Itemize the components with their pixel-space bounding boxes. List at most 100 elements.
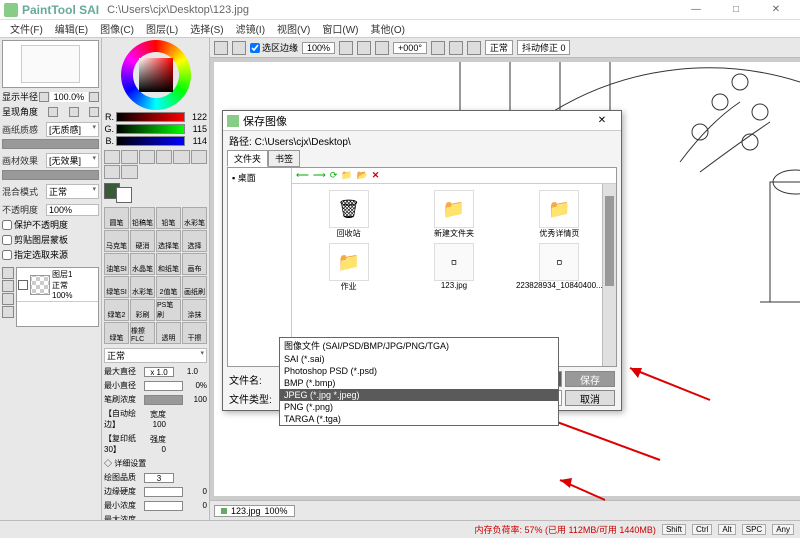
minimize-button[interactable]: —	[676, 0, 716, 20]
picker-tool[interactable]	[121, 165, 137, 179]
tab-folders[interactable]: 文件夹	[227, 150, 268, 167]
layer-item[interactable]: 图层1 正常 100%	[17, 268, 98, 302]
delete-icon[interactable]: ✕	[372, 170, 380, 181]
back-icon[interactable]: ⟵	[296, 170, 309, 181]
folder-icon[interactable]: 📁	[341, 170, 352, 181]
menu-edit[interactable]: 编辑(E)	[49, 21, 94, 36]
select-source-checkbox[interactable]: 指定选取来源	[2, 248, 99, 261]
filetype-option[interactable]: JPEG (*.jpg *.jpeg)	[280, 389, 558, 401]
canvas-zoom-field[interactable]: 100%	[302, 42, 335, 54]
min-size-slider[interactable]	[144, 381, 183, 391]
hand-tool[interactable]	[104, 165, 120, 179]
file-item[interactable]: 📁新建文件夹	[403, 190, 504, 239]
color-swatch[interactable]	[104, 183, 207, 203]
rotate-cw-icon[interactable]	[449, 41, 463, 55]
cancel-button[interactable]: 取消	[565, 390, 615, 406]
blend-select[interactable]: 正常▾	[46, 184, 99, 199]
brush-mode-select[interactable]: 正常▾	[104, 348, 207, 363]
stabilizer-field[interactable]: 抖动修正 0	[517, 40, 571, 55]
brush-2值笔[interactable]: 2值笔	[156, 276, 181, 298]
lasso-tool[interactable]	[121, 150, 137, 164]
brush-画纸刷[interactable]: 画纸刷	[182, 276, 207, 298]
quality-value[interactable]: 3	[144, 473, 174, 483]
close-button[interactable]: ✕	[756, 0, 796, 20]
brush-硬消[interactable]: 硬消	[130, 230, 155, 252]
filetype-option[interactable]: BMP (*.bmp)	[280, 377, 558, 389]
brush-水晶笔[interactable]: 水晶笔	[130, 253, 155, 275]
menu-filter[interactable]: 滤镜(I)	[230, 21, 271, 36]
tree-desktop[interactable]: ▪ 桌面	[230, 170, 289, 185]
brush-铅笔[interactable]: 铅笔	[156, 207, 181, 229]
zoom-value[interactable]: 100.0%	[50, 92, 89, 102]
document-tab[interactable]: 123.jpg 100%	[214, 505, 295, 517]
zoom-in-button[interactable]	[89, 92, 99, 102]
max-size-unit[interactable]: x 1.0	[144, 367, 174, 377]
file-item[interactable]: 📁作业	[298, 243, 399, 292]
merge-button[interactable]	[2, 306, 14, 318]
tb-btn[interactable]	[214, 41, 228, 55]
menu-select[interactable]: 选择(S)	[184, 21, 229, 36]
rotate-ccw-icon[interactable]	[431, 41, 445, 55]
maximize-button[interactable]: □	[716, 0, 756, 20]
hardness-slider[interactable]	[144, 487, 183, 497]
filetype-option[interactable]: SAI (*.sai)	[280, 353, 558, 365]
file-item[interactable]: ▫223828934_10840400...	[509, 243, 610, 292]
file-item[interactable]: ▫123.jpg	[403, 243, 504, 292]
new-folder-button[interactable]	[2, 280, 14, 292]
density-slider[interactable]	[144, 395, 183, 405]
canvas-angle-field[interactable]: +000°	[393, 42, 427, 54]
zoom-tool[interactable]	[173, 150, 189, 164]
brush-油笔SI[interactable]: 油笔SI	[104, 253, 129, 275]
brush-水彩笔[interactable]: 水彩笔	[130, 276, 155, 298]
file-scrollbar[interactable]	[602, 184, 616, 366]
g-slider[interactable]	[116, 124, 185, 134]
tab-bookmarks[interactable]: 书签	[268, 150, 300, 167]
menu-window[interactable]: 窗口(W)	[316, 21, 364, 36]
delete-layer-button[interactable]	[2, 293, 14, 305]
r-slider[interactable]	[116, 112, 185, 122]
brush-圆笔[interactable]: 圆笔	[104, 207, 129, 229]
opacity-value[interactable]: 100%	[46, 204, 99, 216]
menu-canvas[interactable]: 图像(C)	[94, 21, 140, 36]
b-slider[interactable]	[116, 136, 185, 146]
move-tool[interactable]	[156, 150, 172, 164]
brush-选择笔[interactable]: 选择笔	[156, 230, 181, 252]
dialog-close-button[interactable]: ✕	[587, 115, 617, 126]
detail-toggle[interactable]: ◇ 详细设置	[104, 458, 146, 469]
new-folder-icon[interactable]: 📂	[357, 170, 368, 181]
color-wheel[interactable]	[104, 40, 207, 110]
brush-画布[interactable]: 画布	[182, 253, 207, 275]
rect-select-tool[interactable]	[104, 150, 120, 164]
brush-绿笔SI[interactable]: 绿笔SI	[104, 276, 129, 298]
canvas-mode[interactable]: 正常	[485, 40, 513, 55]
forward-icon[interactable]: ⟶	[313, 170, 326, 181]
filetype-option[interactable]: PNG (*.png)	[280, 401, 558, 413]
brush-干擦[interactable]: 干擦	[182, 322, 207, 344]
flip-icon[interactable]	[467, 41, 481, 55]
angle-cw-button[interactable]	[89, 107, 99, 117]
effect-select[interactable]: [无效果]▾	[46, 153, 99, 168]
brush-马克笔[interactable]: 马克笔	[104, 230, 129, 252]
brush-铅稿笔[interactable]: 铅稿笔	[130, 207, 155, 229]
angle-reset-button[interactable]	[69, 107, 79, 117]
rotate-tool[interactable]	[191, 150, 207, 164]
selection-edge-checkbox[interactable]: 选区边缘	[250, 41, 298, 54]
zoom-fit-icon[interactable]	[375, 41, 389, 55]
filetype-option[interactable]: Photoshop PSD (*.psd)	[280, 365, 558, 377]
refresh-icon[interactable]: ⟳	[330, 170, 338, 181]
filetype-option[interactable]: 图像文件 (SAI/PSD/BMP/JPG/PNG/TGA)	[280, 338, 558, 353]
tb-btn[interactable]	[232, 41, 246, 55]
brush-PS笔刷[interactable]: PS笔刷	[156, 299, 181, 321]
brush-选择[interactable]: 选择	[182, 230, 207, 252]
texture-slider[interactable]	[2, 139, 99, 149]
brush-绿笔2[interactable]: 绿笔2	[104, 299, 129, 321]
filetype-dropdown[interactable]: 图像文件 (SAI/PSD/BMP/JPG/PNG/TGA)SAI (*.sai…	[279, 337, 559, 426]
menu-layer[interactable]: 图层(L)	[140, 21, 184, 36]
save-button[interactable]: 保存	[565, 371, 615, 387]
texture-select[interactable]: [无质感]▾	[46, 122, 99, 137]
layer-list[interactable]: 图层1 正常 100%	[16, 267, 99, 327]
layer-visibility-icon[interactable]	[18, 280, 28, 290]
brush-橡擦FLC[interactable]: 橡擦FLC	[130, 322, 155, 344]
file-item[interactable]: 📁优秀详情页	[509, 190, 610, 239]
brush-绿笔[interactable]: 绿笔	[104, 322, 129, 344]
